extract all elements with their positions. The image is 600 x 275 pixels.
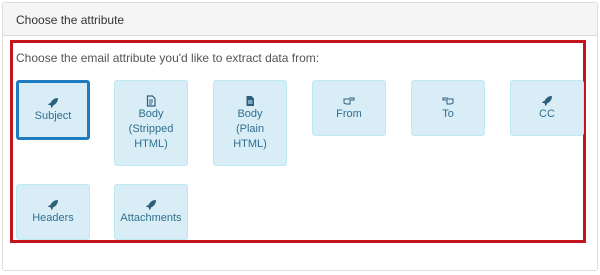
rocket-icon bbox=[541, 95, 553, 107]
attribute-body-stripped-html-button[interactable]: Body (Stripped HTML) bbox=[114, 80, 188, 166]
attribute-body-plain-html-button[interactable]: Body (Plain HTML) bbox=[213, 80, 287, 166]
hand-left-icon bbox=[442, 95, 454, 107]
attribute-subject-label: Subject bbox=[34, 110, 72, 122]
attribute-to-label: To bbox=[442, 108, 454, 120]
attribute-headers-button[interactable]: Headers bbox=[16, 184, 90, 240]
file-icon bbox=[145, 95, 157, 107]
attribute-headers-label: Headers bbox=[32, 212, 74, 224]
panel-heading: Choose the attribute bbox=[3, 3, 597, 36]
hand-right-icon bbox=[343, 95, 355, 107]
attribute-cc-button[interactable]: CC bbox=[510, 80, 584, 136]
attribute-body-plain-html-label: Body (Plain HTML) bbox=[233, 108, 267, 150]
attribute-from-button[interactable]: From bbox=[312, 80, 386, 136]
attribute-attachments-label: Attachments bbox=[120, 212, 182, 224]
rocket-icon bbox=[47, 199, 59, 211]
attribute-attachments-button[interactable]: Attachments bbox=[114, 184, 188, 240]
attribute-body-stripped-html-label: Body (Stripped HTML) bbox=[128, 108, 174, 150]
rocket-icon bbox=[145, 199, 157, 211]
attribute-subject-button[interactable]: Subject bbox=[16, 80, 90, 140]
file-text-icon bbox=[244, 95, 256, 107]
rocket-icon bbox=[47, 97, 59, 109]
attribute-to-button[interactable]: To bbox=[411, 80, 485, 136]
attribute-from-label: From bbox=[336, 108, 362, 120]
attribute-cc-label: CC bbox=[539, 108, 555, 120]
attribute-choices-highlight bbox=[10, 40, 586, 243]
